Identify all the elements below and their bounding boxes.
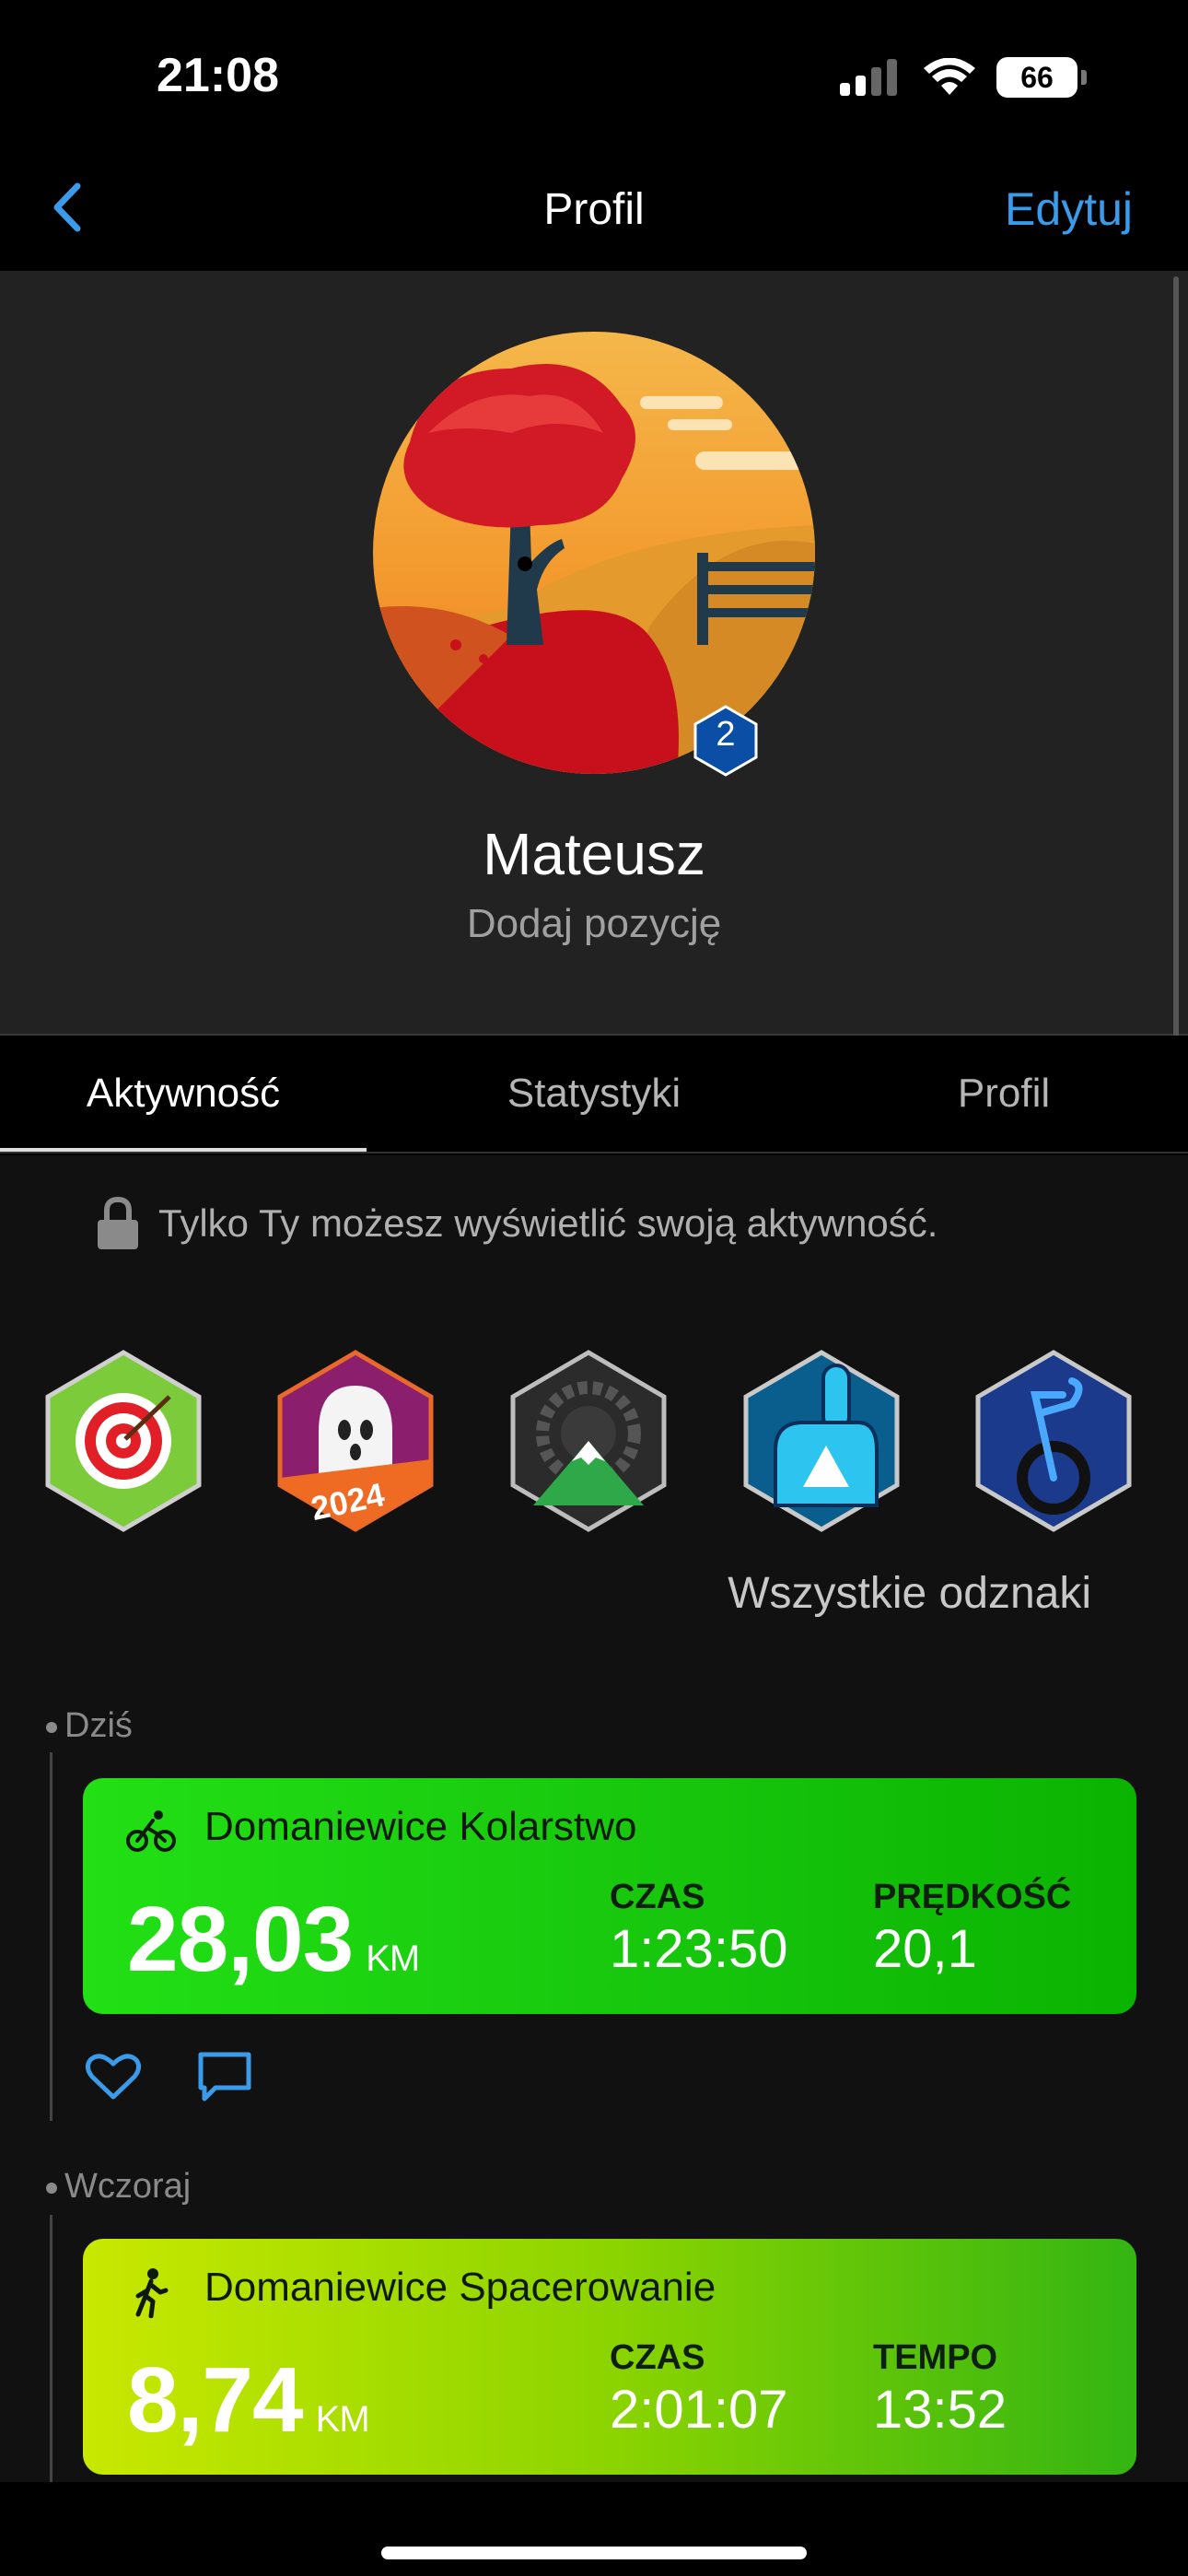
timeline-line (50, 2215, 52, 2482)
add-position-link[interactable]: Dodaj pozycję (0, 901, 1188, 947)
target-badge-icon[interactable] (41, 1349, 206, 1533)
home-indicator[interactable] (381, 2547, 807, 2559)
activity-card-walking[interactable]: Domaniewice Spacerowanie 8,74 KM CZAS 2:0… (83, 2239, 1136, 2475)
active-tab-indicator (0, 1148, 367, 1152)
like-heart-icon[interactable] (85, 2051, 142, 2102)
day-label-today: Dziś (46, 1706, 133, 1746)
cellular-signal-icon (840, 59, 897, 96)
all-badges-link[interactable]: Wszystkie odznaki (728, 1568, 1091, 1619)
bike-wheel-badge-icon[interactable] (971, 1349, 1136, 1533)
time-value: 2:01:07 (610, 2380, 788, 2440)
distance-unit: KM (315, 2399, 370, 2440)
battery-indicator: 66 (996, 57, 1087, 98)
distance-value: 28,03 (127, 1888, 354, 1991)
profile-header: 2 Mateusz Dodaj pozycję (0, 271, 1188, 1036)
cycling-icon (126, 1810, 176, 1852)
pace-label: TEMPO (873, 2338, 998, 2377)
wifi-icon (924, 58, 975, 95)
ghost-2024-badge-icon[interactable]: 2024 (273, 1349, 438, 1533)
edit-button[interactable]: Edytuj (1005, 182, 1133, 236)
profile-name: Mateusz (483, 821, 705, 887)
tab-bar: Aktywność Statystyki Profil (0, 1036, 1188, 1153)
activity-card-cycling[interactable]: Domaniewice Kolarstwo 28,03 KM CZAS 1:23:… (83, 1778, 1136, 2014)
status-icons: 66 (838, 57, 1087, 98)
distance-unit: KM (366, 1938, 420, 1979)
time-label: CZAS (610, 1878, 705, 1916)
scrollbar[interactable] (1173, 276, 1179, 1124)
tab-activity[interactable]: Aktywność (0, 1071, 367, 1117)
time-value: 1:23:50 (610, 1919, 788, 1979)
reactions-row (85, 2051, 252, 2102)
activity-distance: 28,03 KM (127, 1887, 420, 1993)
home-bar-area (0, 2482, 1188, 2576)
comment-icon[interactable] (197, 2051, 252, 2102)
day-label-yesterday: Wczoraj (46, 2167, 191, 2207)
clock: 21:08 (157, 49, 279, 102)
tab-profile[interactable]: Profil (884, 1071, 1124, 1117)
speed-label: PRĘDKOŚĆ (873, 1878, 1072, 1916)
activity-distance: 8,74 KM (127, 2348, 370, 2453)
badges-row: 2024 (41, 1349, 1146, 1533)
navigation-bar: Profil Edytuj (0, 157, 1188, 271)
distance-value: 8,74 (127, 2348, 304, 2452)
speed-value: 20,1 (873, 1919, 977, 1979)
activity-feed: Tylko Ty możesz wyświetlić swoją aktywno… (0, 1155, 1188, 2482)
tab-statistics[interactable]: Statystyki (410, 1071, 778, 1117)
level-number: 2 (716, 715, 736, 754)
foam-finger-badge-icon[interactable] (739, 1349, 904, 1533)
privacy-text: Tylko Ty możesz wyświetlić swoją aktywno… (158, 1201, 938, 1245)
timeline-line (50, 1752, 52, 2121)
lock-icon (98, 1196, 138, 1249)
pace-value: 13:52 (873, 2380, 1007, 2440)
status-bar: 21:08 66 (0, 0, 1188, 157)
privacy-notice: Tylko Ty możesz wyświetlić swoją aktywno… (96, 1196, 938, 1251)
time-label: CZAS (610, 2338, 705, 2377)
activity-title: Domaniewice Kolarstwo (204, 1804, 637, 1849)
mountain-chainring-badge-icon[interactable] (506, 1349, 671, 1533)
activity-title: Domaniewice Spacerowanie (204, 2265, 716, 2310)
walking-icon (135, 2268, 169, 2318)
